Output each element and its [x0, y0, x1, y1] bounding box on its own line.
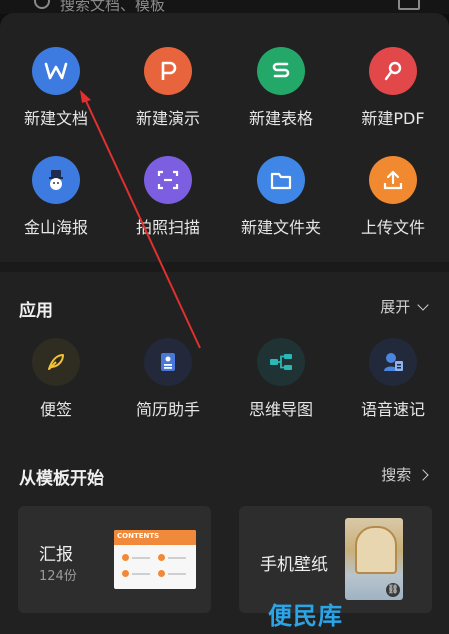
- voice-note-label: 语音速记: [360, 400, 425, 419]
- poster-label: 金山海报: [23, 218, 88, 237]
- pdf-icon: [369, 47, 417, 95]
- voice-note-app[interactable]: 语音速记: [337, 338, 449, 420]
- search-hint: 搜索文档、模板: [60, 0, 166, 14]
- mindmap-icon: [257, 338, 305, 386]
- resume-label: 简历助手: [135, 400, 200, 419]
- search-icon: [34, 0, 50, 9]
- apps-expand-button[interactable]: 展开: [380, 296, 429, 317]
- poster-button[interactable]: 金山海报: [0, 156, 112, 238]
- scan-button[interactable]: 拍照扫描: [112, 156, 224, 238]
- templates-title: 从模板开始: [19, 469, 104, 489]
- watermark-logo: 便民库: [268, 602, 343, 630]
- word-icon: [32, 47, 80, 95]
- folder-icon: [257, 156, 305, 204]
- note-icon: [32, 338, 80, 386]
- resume-app[interactable]: 简历助手: [112, 338, 224, 420]
- new-presentation-label: 新建演示: [135, 109, 200, 128]
- templates-search-label: 搜索: [381, 466, 412, 484]
- presentation-icon: [144, 47, 192, 95]
- chevron-down-icon: [417, 299, 429, 311]
- new-spreadsheet-label: 新建表格: [248, 109, 313, 128]
- apps-expand-label: 展开: [380, 298, 411, 316]
- note-label: 便签: [39, 400, 72, 419]
- new-presentation-button[interactable]: 新建演示: [112, 47, 224, 129]
- apps-title: 应用: [19, 301, 53, 321]
- link-icon: ⛓: [386, 583, 400, 597]
- section-divider: [0, 262, 449, 272]
- wallpaper-card-title: 手机壁纸: [260, 555, 328, 575]
- inbox-icon[interactable]: [398, 0, 420, 10]
- wallpaper-thumbnail: ⛓: [345, 518, 403, 600]
- report-card-title: 汇报: [39, 545, 73, 565]
- upload-label: 上传文件: [360, 218, 425, 237]
- voice-note-icon: [369, 338, 417, 386]
- new-document-label: 新建文档: [23, 109, 88, 128]
- scan-icon: [144, 156, 192, 204]
- new-spreadsheet-button[interactable]: 新建表格: [225, 47, 337, 129]
- resume-icon: [144, 338, 192, 386]
- upload-button[interactable]: 上传文件: [337, 156, 449, 238]
- spreadsheet-icon: [257, 47, 305, 95]
- report-template-card[interactable]: 汇报 124份 CONTENTS: [18, 506, 211, 613]
- templates-search-button[interactable]: 搜索: [381, 464, 429, 485]
- poster-icon: [32, 156, 80, 204]
- report-thumbnail: CONTENTS: [114, 530, 196, 589]
- upload-icon: [369, 156, 417, 204]
- top-search-bar[interactable]: 搜索文档、模板: [0, 0, 449, 14]
- new-pdf-button[interactable]: 新建PDF: [337, 47, 449, 129]
- new-folder-button[interactable]: 新建文件夹: [225, 156, 337, 238]
- mindmap-app[interactable]: 思维导图: [225, 338, 337, 420]
- new-folder-label: 新建文件夹: [240, 218, 321, 237]
- note-app[interactable]: 便签: [0, 338, 112, 420]
- thumbnail-heading: CONTENTS: [117, 532, 160, 540]
- report-card-count: 124份: [39, 569, 77, 584]
- mindmap-label: 思维导图: [248, 400, 313, 419]
- new-pdf-label: 新建PDF: [361, 109, 425, 128]
- new-document-button[interactable]: 新建文档: [0, 47, 112, 129]
- scan-label: 拍照扫描: [135, 218, 200, 237]
- chevron-right-icon: [417, 469, 429, 481]
